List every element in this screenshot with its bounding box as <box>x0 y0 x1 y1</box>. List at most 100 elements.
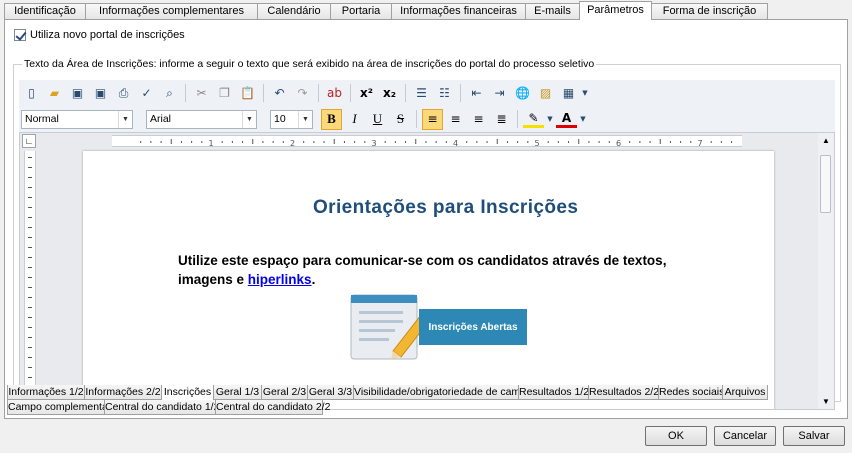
document-page[interactable]: Orientações para Inscrições Utilize este… <box>83 151 774 409</box>
tab-central-candidato-1[interactable]: Central do candidato 1/2 <box>104 400 219 415</box>
tab-redes-sociais[interactable]: Redes sociais <box>658 385 724 400</box>
scroll-up-icon[interactable]: ▲ <box>822 136 830 145</box>
ok-button[interactable]: OK <box>645 426 707 446</box>
style-select[interactable]: Normal ▼ <box>21 109 133 129</box>
tab-resultados-1[interactable]: Resultados 1/2 <box>518 385 589 400</box>
chevron-down-icon[interactable]: ▼ <box>118 110 132 128</box>
tab-emails[interactable]: E-mails <box>525 3 580 20</box>
save-button[interactable]: Salvar <box>783 426 845 446</box>
ruler-tick <box>486 141 488 143</box>
cut-icon[interactable]: ✂ <box>191 83 212 104</box>
tab-visibilidade[interactable]: Visibilidade/obrigatoriedade de campos <box>353 385 537 400</box>
highlight-dropdown-icon[interactable]: ▼ <box>546 109 554 130</box>
ruler-tick <box>669 141 671 143</box>
novo-portal-checkbox-row[interactable]: Utiliza novo portal de inscrições <box>14 29 185 41</box>
undo-icon[interactable]: ↶ <box>269 83 290 104</box>
cancel-button[interactable]: Cancelar <box>714 426 776 446</box>
print-preview-icon[interactable]: ⌕ <box>159 83 180 104</box>
strikethrough-button[interactable]: S <box>390 109 411 130</box>
chevron-down-icon[interactable]: ▼ <box>242 110 256 128</box>
numbered-list-icon[interactable]: ☰ <box>411 83 432 104</box>
tab-resultados-2[interactable]: Resultados 2/2 <box>588 385 659 400</box>
novo-portal-checkbox[interactable] <box>14 29 26 41</box>
spelling-icon[interactable]: ab <box>324 83 345 104</box>
tab-geral-1[interactable]: Geral 1/3 <box>213 385 262 400</box>
paste-icon[interactable]: 📋 <box>237 83 258 104</box>
copy-icon[interactable]: ❐ <box>214 83 235 104</box>
ruler-tick <box>405 141 407 143</box>
separator <box>517 110 518 128</box>
superscript-icon[interactable]: x² <box>356 83 377 104</box>
font-color-dropdown-icon[interactable]: ▼ <box>579 109 587 130</box>
novo-portal-checkbox-label: Utiliza novo portal de inscrições <box>30 29 185 41</box>
tab-informacoes-1[interactable]: Informações 1/2 <box>7 385 85 400</box>
rich-text-editor[interactable]: ∟ 1 2 3 4 5 6 7 Orientações para Inscrições Ut… <box>19 132 835 410</box>
decrease-indent-icon[interactable]: ⇤ <box>466 83 487 104</box>
style-select-value: Normal <box>25 113 59 125</box>
table-dropdown-icon[interactable]: ▼ <box>581 83 589 104</box>
redo-icon[interactable]: ↷ <box>292 83 313 104</box>
horizontal-ruler[interactable]: 1 2 3 4 5 6 7 <box>40 133 820 149</box>
vertical-ruler-tick <box>28 357 32 358</box>
tab-parametros[interactable]: Parâmetros <box>579 1 652 20</box>
align-center-icon[interactable]: ≡ <box>445 109 466 130</box>
tab-campo-complementar[interactable]: Campo complementar <box>7 400 111 415</box>
align-right-icon[interactable]: ≡ <box>468 109 489 130</box>
tab-informacoes-financeiras[interactable]: Informações financeiras <box>391 3 526 20</box>
subscript-icon[interactable]: x₂ <box>379 83 400 104</box>
save-icon[interactable]: ▣ <box>67 83 88 104</box>
tab-geral-2[interactable]: Geral 2/3 <box>261 385 308 400</box>
save-as-icon[interactable]: ▣ <box>90 83 111 104</box>
editor-toolbar-main: ▯ ▰ ▣ ▣ ⎙ ✓ ⌕ ✂ ❐ 📋 ↶ ↷ ab x² x₂ ☰ ☷ ⇤ ⇥… <box>19 80 835 106</box>
bottom-tab-strip: Informações 1/2 Informações 2/2 Inscriçõ… <box>7 385 847 415</box>
hyperlink[interactable]: hiperlinks <box>248 272 312 287</box>
ruler-tick <box>170 139 172 144</box>
scrollbar-thumb[interactable] <box>820 155 831 213</box>
separator <box>318 84 319 102</box>
align-left-icon[interactable]: ≡ <box>422 108 443 130</box>
ruler-tick <box>547 141 549 143</box>
tab-stop-selector[interactable]: ∟ <box>22 134 36 148</box>
ruler-tick <box>629 141 631 143</box>
ruler-tick <box>690 141 692 143</box>
new-document-icon[interactable]: ▯ <box>21 83 42 104</box>
font-size-value: 10 <box>274 113 286 125</box>
print-icon[interactable]: ⎙ <box>113 83 134 104</box>
spell-check-icon[interactable]: ✓ <box>136 83 157 104</box>
tab-informacoes-2[interactable]: Informações 2/2 <box>84 385 162 400</box>
ruler-ticks: 1 2 3 4 5 6 7 <box>140 139 733 148</box>
font-color-icon[interactable]: A <box>556 110 577 128</box>
tab-informacoes-complementares[interactable]: Informações complementares <box>85 3 258 20</box>
tab-forma-de-inscricao[interactable]: Forma de inscrição <box>651 3 768 20</box>
underline-button[interactable]: U <box>367 109 388 130</box>
tab-calendario[interactable]: Calendário <box>257 3 331 20</box>
separator <box>460 84 461 102</box>
ruler-tick <box>466 141 468 143</box>
font-select[interactable]: Arial ▼ <box>146 109 257 129</box>
increase-indent-icon[interactable]: ⇥ <box>489 83 510 104</box>
tab-geral-3[interactable]: Geral 3/3 <box>307 385 354 400</box>
tab-identificacao[interactable]: Identificação <box>4 3 86 20</box>
tab-portaria[interactable]: Portaria <box>330 3 392 20</box>
vertical-ruler-tick <box>28 367 32 368</box>
insert-table-icon[interactable]: ▦ <box>558 83 579 104</box>
editor-vertical-scrollbar[interactable]: ▲ ▼ <box>818 133 834 409</box>
insert-image-icon[interactable]: ▨ <box>535 83 556 104</box>
bold-button[interactable]: B <box>321 108 342 130</box>
italic-button[interactable]: I <box>344 109 365 130</box>
ruler-tick <box>323 141 325 143</box>
ruler-tick <box>476 141 478 143</box>
hyperlink-icon[interactable]: 🌐 <box>512 83 533 104</box>
tab-central-candidato-2[interactable]: Central do candidato 2/2 <box>215 400 330 415</box>
open-folder-icon[interactable]: ▰ <box>44 83 65 104</box>
align-justify-icon[interactable]: ≣ <box>491 109 512 130</box>
ruler-tick <box>343 141 345 143</box>
chevron-down-icon[interactable]: ▼ <box>298 110 312 128</box>
font-size-select[interactable]: 10 ▼ <box>270 109 313 129</box>
tab-arquivos[interactable]: Arquivos <box>722 385 768 400</box>
highlight-color-icon[interactable]: ✎ <box>523 110 544 128</box>
vertical-ruler[interactable] <box>24 151 36 409</box>
area-inscricoes-legend: Texto da Área de Inscrições: informe a s… <box>24 58 595 70</box>
bullet-list-icon[interactable]: ☷ <box>434 83 455 104</box>
window: Identificação Informações complementares… <box>0 0 852 453</box>
